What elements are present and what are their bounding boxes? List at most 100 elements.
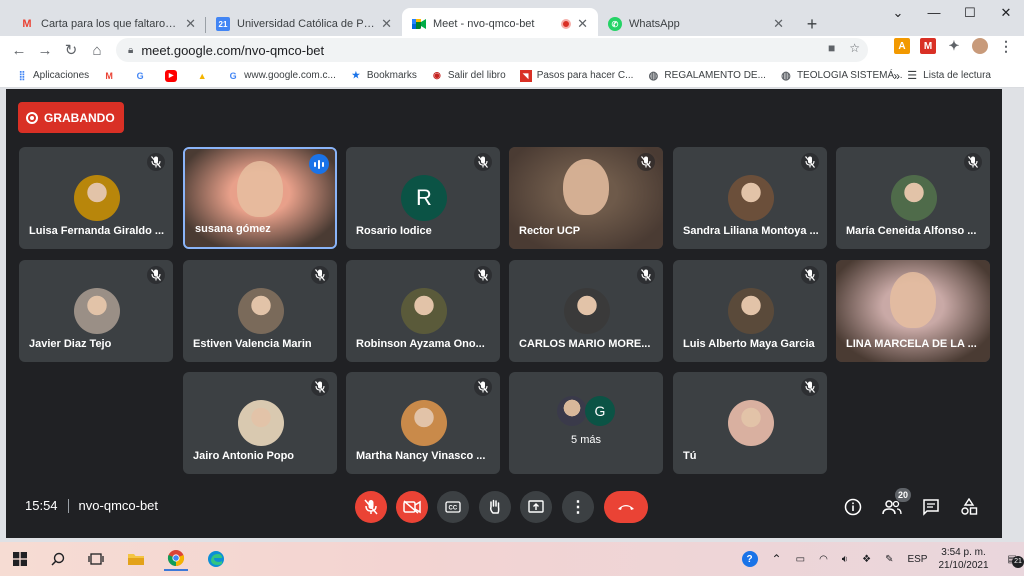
participant-tile[interactable]: susana gómez: [183, 147, 337, 249]
close-icon[interactable]: ✕: [185, 16, 196, 32]
notifications-icon[interactable]: ▤21: [1008, 554, 1024, 568]
participant-tile[interactable]: LINA MARCELA DE LA ...: [836, 260, 990, 362]
participant-tile[interactable]: Luisa Fernanda Giraldo ...: [19, 147, 173, 249]
participant-tile[interactable]: G 5 más: [509, 372, 663, 474]
wifi-icon[interactable]: ◠: [819, 554, 828, 565]
google-icon: G: [136, 70, 144, 81]
chevron-up-icon[interactable]: ⌃: [772, 552, 782, 566]
bookmark-icon: ◥: [519, 69, 532, 82]
dropbox-icon[interactable]: ❖: [862, 554, 871, 565]
leave-call-button[interactable]: [604, 491, 648, 523]
chrome-taskbar-icon[interactable]: [164, 547, 188, 571]
file-explorer-icon[interactable]: [124, 547, 148, 571]
participant-tile[interactable]: Sandra Liliana Montoya ...: [673, 147, 827, 249]
participant-tile[interactable]: Javier Diaz Tejo: [19, 260, 173, 362]
minimize-button[interactable]: —: [916, 0, 952, 26]
participant-tile[interactable]: CARLOS MARIO MORE...: [509, 260, 663, 362]
taskbar-clock[interactable]: 3:54 p. m. 21/10/2021: [938, 546, 988, 572]
edge-taskbar-icon[interactable]: [204, 547, 228, 571]
reload-icon[interactable]: ↻: [58, 41, 84, 59]
bookmark-salir-del-libro[interactable]: ◉ Salir del libro: [431, 70, 506, 82]
svg-text:CC: CC: [449, 506, 458, 512]
language-indicator[interactable]: ESP: [907, 554, 927, 565]
avatar: [401, 288, 447, 334]
captions-button[interactable]: CC: [437, 491, 469, 523]
avatar: [728, 288, 774, 334]
participant-name: LINA MARCELA DE LA ...: [846, 338, 977, 350]
bookmark-pasos[interactable]: ◥ Pasos para hacer C...: [519, 69, 633, 82]
puzzle-icon[interactable]: ✦: [946, 38, 962, 54]
participant-name: 5 más: [571, 434, 601, 446]
tab-search-icon[interactable]: ⌄: [880, 0, 916, 26]
extension-m-icon[interactable]: M: [920, 38, 936, 54]
extension-a-icon[interactable]: A: [894, 38, 910, 54]
participant-tile[interactable]: Jairo Antonio Popo: [183, 372, 337, 474]
participant-name: CARLOS MARIO MORE...: [519, 338, 651, 350]
lock-icon[interactable]: 🔒︎: [128, 45, 133, 56]
battery-icon[interactable]: ▭: [796, 554, 805, 565]
mic-off-icon: [637, 153, 655, 171]
participant-tile[interactable]: Tú: [673, 372, 827, 474]
camera-toggle-button[interactable]: [396, 491, 428, 523]
meeting-info: 15:54 nvo-qmco-bet: [25, 498, 158, 513]
url-text: meet.google.com/nvo-qmco-bet: [141, 42, 325, 58]
meeting-details-button[interactable]: [840, 494, 866, 520]
bookmark-bookmarks[interactable]: ★ Bookmarks: [350, 70, 417, 82]
more-options-button[interactable]: ⋮: [562, 491, 594, 523]
bookmark-drive[interactable]: ▲: [196, 70, 213, 82]
present-screen-button[interactable]: [520, 491, 552, 523]
back-icon[interactable]: ←: [6, 42, 32, 59]
mic-off-icon: [964, 153, 982, 171]
microphone-toggle-button[interactable]: [355, 491, 387, 523]
task-view-icon[interactable]: [84, 547, 108, 571]
search-icon[interactable]: [46, 547, 70, 571]
close-window-button[interactable]: ✕: [988, 0, 1024, 26]
volume-icon[interactable]: 🔉︎: [842, 554, 848, 565]
close-icon[interactable]: ✕: [381, 16, 392, 32]
forward-icon[interactable]: →: [32, 42, 58, 59]
meeting-code: nvo-qmco-bet: [78, 498, 159, 513]
participant-tile[interactable]: Martha Nancy Vinasco ...: [346, 372, 500, 474]
menu-dots-icon[interactable]: ⋮: [998, 38, 1014, 54]
participant-name: María Ceneida Alfonso ...: [846, 225, 977, 237]
recording-badge[interactable]: GRABANDO: [18, 102, 124, 133]
pen-icon[interactable]: ✎: [885, 554, 893, 565]
mic-off-icon: [311, 378, 329, 396]
mic-off-icon: [474, 153, 492, 171]
participant-tile[interactable]: Rector UCP: [509, 147, 663, 249]
bookmark-gmail[interactable]: M: [103, 70, 120, 82]
bookmark-label: TEOLOGIA SISTEMÁ...: [796, 70, 903, 81]
participant-tile[interactable]: Estiven Valencia Marin: [183, 260, 337, 362]
address-bar: ← → ↻ ⌂ 🔒︎ meet.google.com/nvo-qmco-bet …: [0, 36, 1024, 64]
close-icon[interactable]: ✕: [773, 16, 784, 32]
reading-list-button[interactable]: ☰ Lista de lectura: [907, 69, 991, 82]
participant-name: Luis Alberto Maya Garcia: [683, 338, 815, 350]
windows-start-icon[interactable]: [8, 547, 32, 571]
profile-avatar[interactable]: [972, 38, 988, 54]
bookmark-google-co[interactable]: Gwww.google.com.c...: [227, 70, 336, 82]
maximize-button[interactable]: ☐: [952, 0, 988, 26]
globe-icon: ◍: [781, 70, 791, 82]
record-icon: [26, 111, 38, 124]
activities-button[interactable]: [956, 494, 982, 520]
raise-hand-button[interactable]: [479, 491, 511, 523]
home-icon[interactable]: ⌂: [84, 42, 110, 59]
bookmark-teologia[interactable]: ◍ TEOLOGIA SISTEMÁ...: [780, 70, 903, 82]
participant-tile[interactable]: María Ceneida Alfonso ...: [836, 147, 990, 249]
close-icon[interactable]: ✕: [577, 16, 588, 32]
participant-tile[interactable]: Luis Alberto Maya Garcia: [673, 260, 827, 362]
bookmark-google[interactable]: G: [134, 70, 151, 82]
more-bookmarks-button[interactable]: »: [893, 69, 900, 83]
bookmark-star-icon[interactable]: ☆: [849, 41, 860, 55]
bookmark-apps[interactable]: ⣿ Aplicaciones: [16, 70, 89, 82]
participant-tile[interactable]: R Rosario Iodice: [346, 147, 500, 249]
camera-icon[interactable]: ■: [828, 41, 835, 55]
bookmark-regalamento[interactable]: ◍ REGALAMENTO DE...: [647, 70, 766, 82]
url-field[interactable]: 🔒︎ meet.google.com/nvo-qmco-bet ■ ☆: [116, 38, 868, 62]
people-button[interactable]: 20: [879, 488, 911, 520]
chat-button[interactable]: [918, 494, 944, 520]
bookmark-youtube[interactable]: ▶: [165, 69, 182, 82]
help-icon[interactable]: ?: [741, 551, 758, 567]
participant-tile[interactable]: Robinson Ayzama Ono...: [346, 260, 500, 362]
more-vert-icon: ⋮: [570, 499, 586, 516]
